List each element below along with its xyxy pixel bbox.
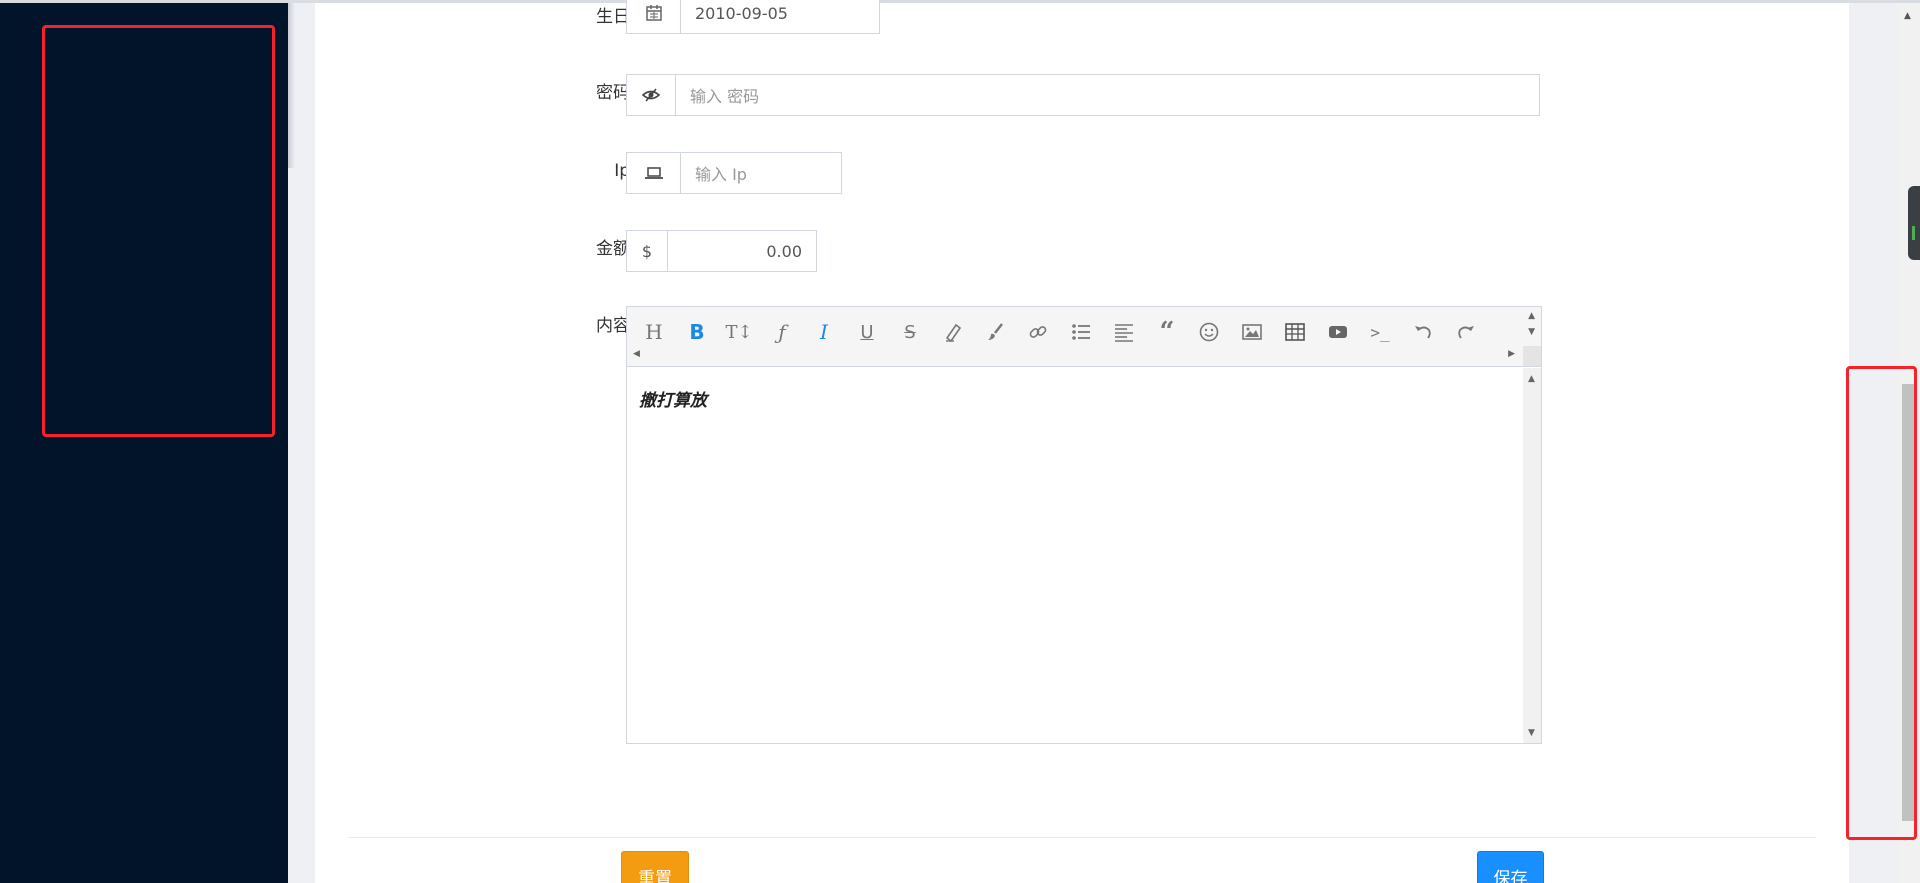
- toolbar-scroll-up-icon[interactable]: ▲: [1528, 311, 1535, 321]
- password-label: 密码: [596, 83, 630, 103]
- laptop-icon: [627, 153, 681, 193]
- password-field[interactable]: 输入 密码: [676, 75, 1539, 115]
- widget-indicator: [1912, 226, 1915, 240]
- quote-icon[interactable]: “: [1152, 317, 1182, 347]
- scrollbar-corner: [1523, 346, 1541, 366]
- ip-label: Ip: [614, 161, 630, 181]
- form-divider: [348, 837, 1816, 838]
- italic-icon[interactable]: I: [809, 317, 839, 347]
- page-scroll-up-icon[interactable]: ▲: [1904, 11, 1911, 21]
- amount-input-group[interactable]: $ 0.00: [626, 230, 817, 272]
- image-icon[interactable]: [1237, 317, 1267, 347]
- align-left-icon[interactable]: [1109, 317, 1139, 347]
- toolbar-scroll-right-icon[interactable]: ▶: [1508, 349, 1515, 359]
- amount-field[interactable]: 0.00: [668, 231, 816, 271]
- annotation-box-left: [42, 25, 275, 437]
- link-icon[interactable]: [1023, 317, 1053, 347]
- redo-icon[interactable]: [1451, 317, 1481, 347]
- content-label: 内容: [596, 316, 630, 336]
- eye-slash-icon[interactable]: [627, 75, 676, 115]
- code-icon[interactable]: >_: [1365, 317, 1395, 347]
- password-input-group[interactable]: 输入 密码: [626, 74, 1540, 116]
- birthday-label: 生日: [596, 7, 630, 27]
- font-icon[interactable]: ƒ: [767, 317, 797, 347]
- birthday-input-group[interactable]: 2010-09-05: [626, 0, 880, 34]
- form-panel: 生日 2010-09-05 密码 输入 密码 Ip 输入 Ip 金额 $ 0.0…: [315, 0, 1849, 883]
- calendar-icon: [627, 0, 681, 33]
- save-button[interactable]: 保存: [1477, 851, 1544, 883]
- editor-scroll-down-icon[interactable]: ▼: [1528, 728, 1535, 738]
- table-icon[interactable]: [1280, 317, 1310, 347]
- ip-field[interactable]: 输入 Ip: [681, 153, 841, 193]
- text-height-icon[interactable]: T↕: [724, 317, 754, 347]
- video-icon[interactable]: [1323, 317, 1353, 347]
- toolbar-scroll-down-icon[interactable]: ▼: [1528, 327, 1535, 337]
- editor-toolbar: H B T↕ ƒ I U S “ >_ ▲ ▼ ◀ ▶: [627, 307, 1541, 367]
- editor-text: 撤打算放: [639, 391, 707, 411]
- strikethrough-icon[interactable]: S: [895, 317, 925, 347]
- eraser-icon[interactable]: [938, 317, 968, 347]
- editor-scrollbar[interactable]: ▲ ▼: [1523, 368, 1541, 743]
- currency-addon: $: [627, 231, 668, 271]
- amount-label: 金额: [596, 239, 630, 259]
- emoji-icon[interactable]: [1194, 317, 1224, 347]
- reset-button[interactable]: 重置: [621, 851, 689, 883]
- editor-scroll-up-icon[interactable]: ▲: [1528, 374, 1535, 384]
- birthday-field[interactable]: 2010-09-05: [681, 0, 879, 33]
- unordered-list-icon[interactable]: [1066, 317, 1096, 347]
- undo-icon[interactable]: [1408, 317, 1438, 347]
- paintbrush-icon[interactable]: [981, 317, 1011, 347]
- side-widget-tab[interactable]: [1908, 186, 1920, 260]
- rich-text-editor[interactable]: H B T↕ ƒ I U S “ >_ ▲ ▼ ◀ ▶ 撤打算放 ▲ ▼: [626, 306, 1542, 744]
- bold-icon[interactable]: B: [682, 317, 712, 347]
- editor-content-area[interactable]: 撤打算放 ▲ ▼: [627, 368, 1541, 743]
- annotation-box-right: [1846, 366, 1917, 840]
- underline-icon[interactable]: U: [852, 317, 882, 347]
- heading-icon[interactable]: H: [639, 317, 669, 347]
- ip-input-group[interactable]: 输入 Ip: [626, 152, 842, 194]
- toolbar-scroll-left-icon[interactable]: ◀: [633, 349, 640, 359]
- sidebar-shadow: [288, 3, 295, 168]
